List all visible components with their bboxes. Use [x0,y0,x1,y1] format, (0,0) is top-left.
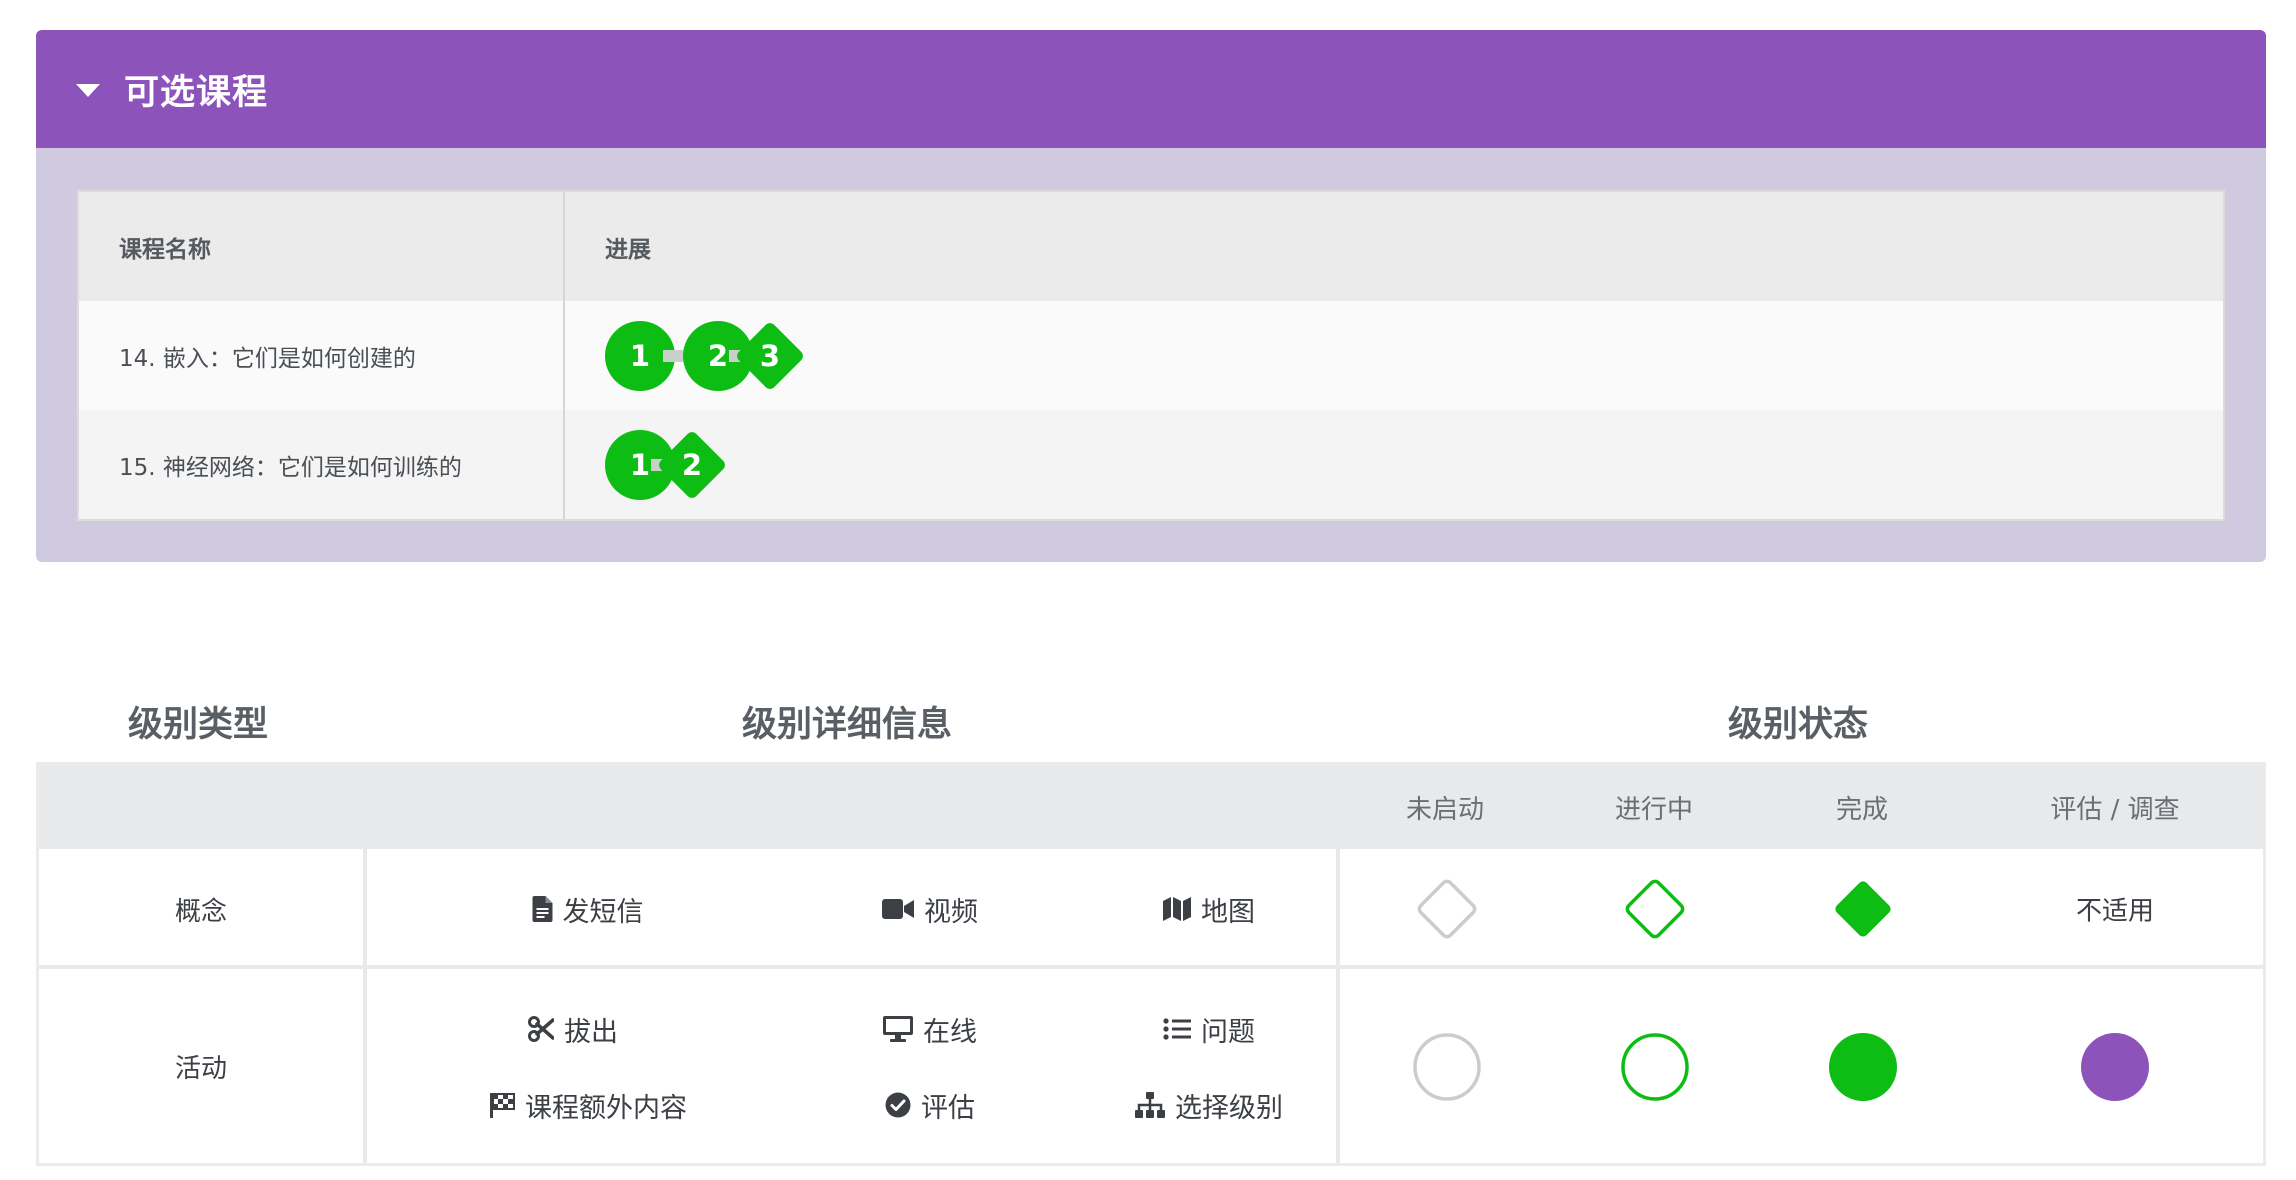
course-name[interactable]: 15. 神经网络：它们是如何训练的 [79,410,565,519]
check-circle-icon [885,1092,911,1118]
detail-extra-content: 课程额外内容 [489,1085,687,1125]
sitemap-icon [1135,1092,1165,1118]
legend-row-activity [39,969,2263,1163]
level-type-activity: 活动 [174,1053,227,1084]
scissors-icon [528,1016,554,1042]
status-header-complete: 完成 [1835,794,1888,825]
column-header-progress: 进展 [605,236,651,263]
table-row: 15. 神经网络：它们是如何训练的 1 2 [79,410,2223,519]
circle-in-progress-icon [1621,1033,1689,1101]
document-icon [532,896,553,922]
detail-pull-out: 拔出 [528,1009,618,1049]
progress-steps: 1 2 [605,425,728,505]
circle-not-started-icon [1413,1033,1481,1101]
panel-header-toggle[interactable]: 可选课程 [36,30,2266,148]
checkered-flag-icon [490,1093,515,1118]
not-applicable-label: 不适用 [2075,896,2155,927]
detail-questions: 问题 [1163,1009,1255,1049]
diamond-not-started-icon [1417,879,1477,939]
legend-header-level-details: 级别详细信息 [742,705,953,745]
course-name[interactable]: 14. 嵌入：它们是如何创建的 [79,301,565,410]
detail-map: 地图 [1163,849,1255,969]
column-header-course-name: 课程名称 [79,192,565,301]
status-header-assessment: 评估 / 调查 [2050,794,2180,825]
detail-assessment: 评估 [885,1085,975,1125]
diamond-complete-icon [1835,881,1891,937]
table-header-row: 课程名称 进展 [79,192,2223,301]
list-icon [1163,1018,1191,1040]
level-step-concept-complete[interactable]: 2 [651,429,728,500]
map-icon [1163,897,1191,921]
legend-status-header-row: 未启动 进行中 完成 评估 / 调查 [39,765,2263,849]
legend-header-level-type: 级别类型 [128,705,269,745]
optional-courses-panel: 可选课程 课程名称 进展 14. 嵌入：它们是如何创建的 1 2 3 15. 神… [36,30,2266,562]
detail-online: 在线 [883,1009,977,1049]
level-step-concept-complete[interactable]: 3 [729,320,806,391]
video-icon [882,899,914,919]
divider [1336,849,1340,1163]
detail-choose-level: 选择级别 [1135,1085,1283,1125]
circle-complete-icon [1829,1033,1897,1101]
monitor-icon [883,1016,913,1042]
progress-steps: 1 2 3 [605,316,806,396]
legend-row-concept [39,849,2263,969]
legend-table: 未启动 进行中 完成 评估 / 调查 概念 发短信 视频 地图 不适用 活动 拔… [36,762,2266,1166]
detail-video: 视频 [882,849,978,969]
table-row: 14. 嵌入：它们是如何创建的 1 2 3 [79,301,2223,410]
status-header-in-progress: 进行中 [1614,794,1693,825]
diamond-in-progress-icon [1625,879,1685,939]
divider [363,849,367,1163]
panel-title: 可选课程 [124,72,269,113]
legend-header-level-status: 级别状态 [1728,705,1869,745]
circle-assessment-icon [2081,1033,2149,1101]
level-type-concept: 概念 [174,896,227,927]
course-table: 课程名称 进展 14. 嵌入：它们是如何创建的 1 2 3 15. 神经网络：它… [77,190,2225,521]
caret-down-icon [76,84,100,97]
detail-text: 发短信 [532,849,644,969]
status-header-not-started: 未启动 [1405,794,1484,825]
